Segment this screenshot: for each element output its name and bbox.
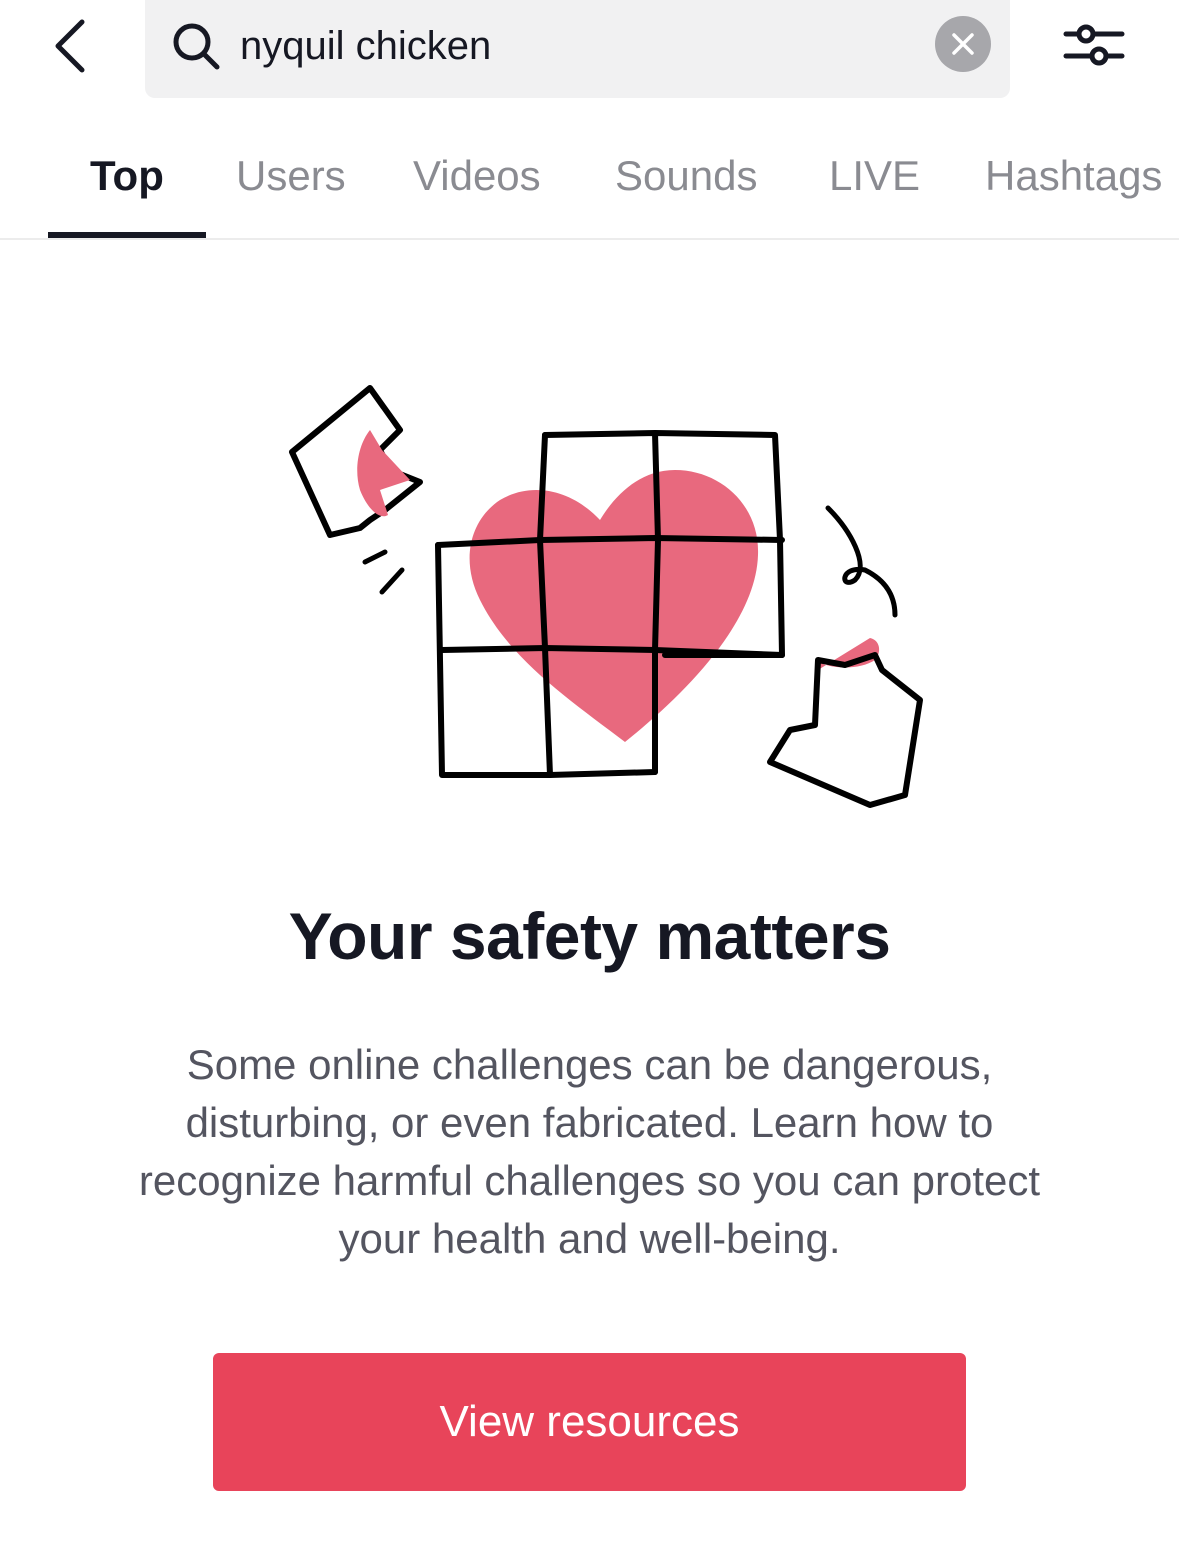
search-tabs: Top Users Videos Sounds LIVE Hashtags [0,130,1179,240]
tab-users[interactable]: Users [236,152,346,200]
back-button[interactable] [40,10,100,82]
close-icon [952,33,974,55]
puzzle-heart-illustration [289,385,923,808]
heart-shape [469,470,759,742]
tab-hashtags[interactable]: Hashtags [985,152,1162,200]
clear-search-button[interactable] [935,16,991,72]
tab-top[interactable]: Top [90,152,164,200]
tab-sounds[interactable]: Sounds [615,152,757,200]
safety-description: Some online challenges can be dangerous,… [138,1041,1041,1262]
search-icon [173,23,220,70]
view-resources-button[interactable]: View resources [213,1353,966,1491]
filter-button[interactable] [1058,14,1130,76]
page-title: Your safety matters [288,899,891,973]
search-input[interactable] [240,14,920,78]
tab-videos[interactable]: Videos [413,152,541,200]
tab-live[interactable]: LIVE [829,152,920,200]
sliders-icon [1063,24,1125,66]
active-tab-indicator [48,232,206,238]
chevron-left-icon [55,19,85,73]
